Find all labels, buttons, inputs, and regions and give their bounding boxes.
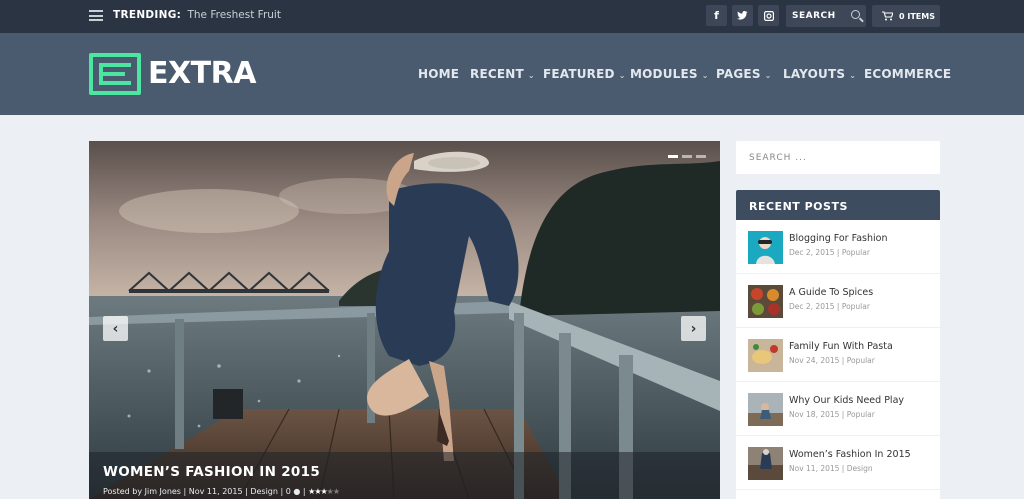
search-icon (851, 10, 860, 19)
slide-image (89, 141, 720, 499)
logo-text[interactable]: EXTRA (148, 56, 256, 91)
slider-prev-button[interactable]: ‹ (103, 316, 128, 341)
post-title[interactable]: Family Fun With Pasta (789, 341, 893, 352)
chevron-right-icon: › (690, 320, 697, 337)
post-thumbnail[interactable] (748, 447, 783, 480)
nav-pages[interactable]: PAGES ⌄ (716, 67, 772, 81)
trending-label: TRENDING: (113, 9, 182, 21)
slide-date: Nov 11, 2015 (188, 487, 243, 496)
post-thumbnail[interactable] (748, 339, 783, 372)
nav-modules[interactable]: MODULES ⌄ (630, 67, 709, 81)
slider-dot[interactable] (682, 155, 692, 158)
featured-slider[interactable]: ‹ › WOMEN’S FASHION IN 2015 Posted by Ji… (89, 141, 720, 499)
recent-post-item[interactable]: Blogging For Fashion Dec 2, 2015 | Popul… (736, 220, 940, 274)
recent-post-item[interactable]: Women’s Fashion In 2015 Nov 11, 2015 | D… (736, 436, 940, 490)
slider-pagination (668, 155, 706, 158)
chevron-down-icon: ⌄ (701, 71, 709, 80)
post-title[interactable]: Why Our Kids Need Play (789, 395, 904, 406)
top-bar: TRENDING: The Freshest Fruit f SEARCH 0 … (0, 0, 1024, 33)
chevron-down-icon: ⌄ (849, 71, 857, 80)
recent-post-item[interactable]: Family Fun With Pasta Nov 24, 2015 | Pop… (736, 328, 940, 382)
post-thumbnail[interactable] (748, 285, 783, 318)
nav-recent[interactable]: RECENT ⌄ (470, 67, 535, 81)
slider-dot[interactable] (696, 155, 706, 158)
comment-icon: ● (293, 487, 301, 496)
post-meta: Nov 18, 2015 | Popular (789, 410, 875, 419)
twitter-icon[interactable] (732, 5, 753, 26)
post-category-link[interactable]: Popular (847, 410, 875, 419)
nav-ecommerce[interactable]: ECOMMERCE (864, 67, 951, 81)
nav-featured[interactable]: FEATURED ⌄ (543, 67, 626, 81)
slide-title[interactable]: WOMEN’S FASHION IN 2015 (103, 464, 320, 480)
post-meta: Dec 2, 2015 | Popular (789, 302, 870, 311)
cart-button[interactable]: 0 ITEMS (872, 5, 940, 27)
post-meta: Nov 11, 2015 | Design (789, 464, 873, 473)
top-search-label: SEARCH (792, 11, 836, 21)
chevron-down-icon: ⌄ (527, 71, 535, 80)
chevron-down-icon: ⌄ (618, 71, 626, 80)
logo-icon[interactable] (89, 53, 141, 95)
slide-meta: Posted by Jim Jones | Nov 11, 2015 | Des… (103, 487, 340, 496)
post-thumbnail[interactable] (748, 231, 783, 264)
recent-posts-widget: RECENT POSTS Blogging For Fashion Dec 2,… (736, 190, 940, 499)
top-search-button[interactable]: SEARCH (786, 5, 866, 27)
recent-post-item[interactable]: Why Our Kids Need Play Nov 18, 2015 | Po… (736, 382, 940, 436)
nav-home[interactable]: HOME (418, 67, 459, 81)
star-empty-icon: ★ (332, 487, 340, 496)
slider-next-button[interactable]: › (681, 316, 706, 341)
slide-caption: WOMEN’S FASHION IN 2015 Posted by Jim Jo… (89, 452, 720, 499)
instagram-icon[interactable] (758, 5, 779, 26)
slide-category-link[interactable]: Design (250, 487, 278, 496)
chevron-left-icon: ‹ (112, 320, 119, 337)
post-title[interactable]: A Guide To Spices (789, 287, 873, 298)
post-category-link[interactable]: Design (847, 464, 873, 473)
cart-label: 0 ITEMS (899, 11, 935, 21)
post-meta: Nov 24, 2015 | Popular (789, 356, 875, 365)
trending-value[interactable]: The Freshest Fruit (187, 9, 280, 21)
hamburger-menu-icon[interactable] (89, 10, 103, 21)
recent-post-item[interactable]: A Guide To Spices Dec 2, 2015 | Popular (736, 274, 940, 328)
trending-ticker[interactable]: TRENDING: The Freshest Fruit (113, 9, 281, 21)
post-category-link[interactable]: Popular (842, 248, 870, 257)
facebook-icon[interactable]: f (706, 5, 727, 26)
post-title[interactable]: Women’s Fashion In 2015 (789, 449, 911, 460)
sidebar-search-input[interactable]: SEARCH ... (736, 141, 940, 174)
cart-icon (882, 11, 893, 21)
post-meta: Dec 2, 2015 | Popular (789, 248, 870, 257)
recent-posts-title: RECENT POSTS (736, 190, 940, 220)
site-header: EXTRA HOME RECENT ⌄ FEATURED ⌄ MODULES ⌄ PA… (0, 33, 1024, 115)
post-thumbnail[interactable] (748, 393, 783, 426)
post-category-link[interactable]: Popular (842, 302, 870, 311)
rating-stars: ★★★★★ (308, 487, 340, 496)
slide-comments-count[interactable]: 0 (286, 487, 291, 496)
nav-layouts[interactable]: LAYOUTS ⌄ (783, 67, 856, 81)
slider-dot[interactable] (668, 155, 678, 158)
post-category-link[interactable]: Popular (847, 356, 875, 365)
post-title[interactable]: Blogging For Fashion (789, 233, 887, 244)
slide-author-link[interactable]: Jim Jones (145, 487, 181, 496)
chevron-down-icon: ⌄ (764, 71, 772, 80)
